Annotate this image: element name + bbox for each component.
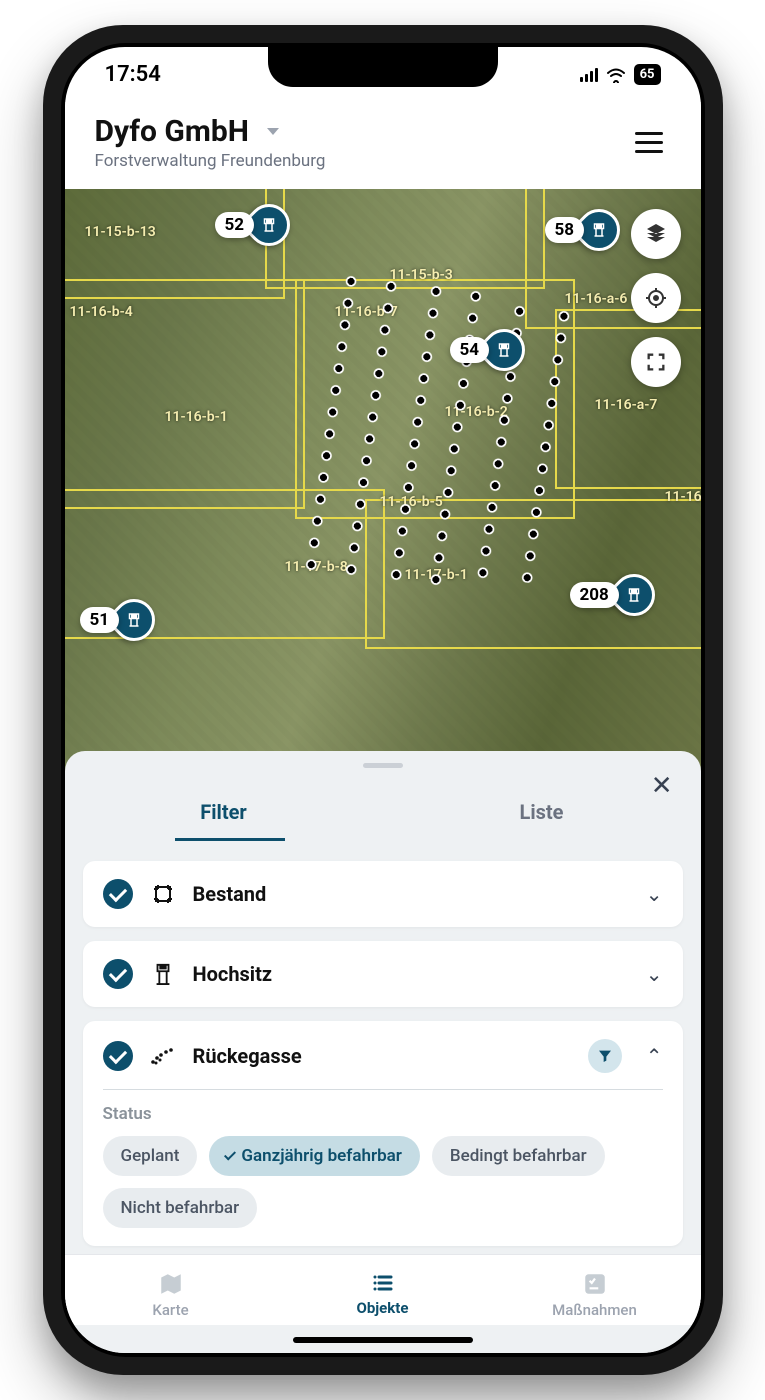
funnel-icon <box>597 1048 613 1064</box>
check-icon <box>103 1041 133 1071</box>
check-icon <box>224 1148 236 1160</box>
rueckegasse-icon <box>149 1046 177 1066</box>
filter-row-header[interactable]: Rückegasse ⌃ <box>103 1039 663 1089</box>
marker-label: 54 <box>450 337 490 363</box>
map-marker[interactable]: 52 <box>215 204 291 246</box>
filter-label: Bestand <box>193 882 630 906</box>
nav-massnahmen[interactable]: Maßnahmen <box>489 1265 701 1325</box>
status-time: 17:54 <box>105 62 161 87</box>
map-marker[interactable]: 54 <box>450 329 526 371</box>
map-view[interactable]: 11-15-b-13 11-15-b-3 11-16-a-6 11-16-b-4… <box>65 189 701 771</box>
status-chip-nicht[interactable]: Nicht befahrbar <box>103 1188 258 1228</box>
org-selector[interactable]: Dyfo GmbH <box>95 114 627 149</box>
parcel-label: 11-16-b-4 <box>70 304 133 320</box>
sheet-drag-handle[interactable] <box>363 763 403 768</box>
close-button[interactable]: ✕ <box>651 773 673 799</box>
filter-label: Rückegasse <box>193 1044 572 1068</box>
marker-label: 52 <box>215 212 255 238</box>
bottom-nav: Karte Objekte Maßnahmen <box>65 1254 701 1325</box>
parcel-label: 11-16-b-1 <box>165 409 228 425</box>
chevron-down-icon: ⌄ <box>646 882 663 906</box>
check-icon <box>103 959 133 989</box>
chevron-down-icon: ⌄ <box>646 962 663 986</box>
nav-label: Maßnahmen <box>552 1301 637 1319</box>
status-chip-bedingt[interactable]: Bedingt befahrbar <box>432 1136 605 1176</box>
nav-label: Karte <box>152 1301 188 1319</box>
org-title: Dyfo GmbH <box>95 114 249 149</box>
filter-active-badge[interactable] <box>588 1039 622 1073</box>
filter-sheet: ✕ Filter Liste Bestand ⌄ Hochsi <box>65 751 701 1353</box>
chevron-up-icon: ⌃ <box>646 1044 663 1068</box>
status-chip-ganzjaehrig[interactable]: Ganzjährig befahrbar <box>209 1136 420 1176</box>
layers-icon <box>644 222 668 246</box>
parcel-label: 11-16-a-7 <box>595 397 658 413</box>
menu-button[interactable] <box>627 124 671 161</box>
nav-objekte[interactable]: Objekte <box>277 1265 489 1325</box>
map-marker[interactable]: 208 <box>570 574 655 616</box>
fullscreen-button[interactable] <box>631 337 681 387</box>
layers-button[interactable] <box>631 209 681 259</box>
filter-row-rueckegasse: Rückegasse ⌃ Status Geplant Ganzjährig b… <box>83 1021 683 1246</box>
hochsitz-icon <box>149 961 177 987</box>
parcel-label: 11-16 <box>665 489 701 505</box>
expand-icon <box>645 351 667 373</box>
map-marker[interactable]: 51 <box>80 599 156 641</box>
filter-row-bestand[interactable]: Bestand ⌄ <box>83 861 683 927</box>
checklist-icon <box>582 1271 608 1297</box>
battery-icon: 65 <box>634 64 661 85</box>
parcel-label: 11-15-b-13 <box>85 224 156 240</box>
filter-row-hochsitz[interactable]: Hochsitz ⌄ <box>83 941 683 1007</box>
status-heading: Status <box>103 1104 663 1124</box>
check-icon <box>103 879 133 909</box>
org-subtitle: Forstverwaltung Freundenburg <box>95 151 627 171</box>
bestand-icon <box>149 882 177 906</box>
locate-button[interactable] <box>631 273 681 323</box>
marker-label: 58 <box>545 217 585 243</box>
signal-icon <box>580 68 598 82</box>
status-chip-geplant[interactable]: Geplant <box>103 1136 198 1176</box>
chevron-down-icon <box>267 128 279 135</box>
list-icon <box>369 1271 397 1295</box>
app-header: Dyfo GmbH Forstverwaltung Freundenburg <box>65 102 701 189</box>
map-icon <box>157 1271 185 1297</box>
marker-label: 51 <box>80 607 120 633</box>
filter-label: Hochsitz <box>193 962 630 986</box>
nav-karte[interactable]: Karte <box>65 1265 277 1325</box>
tab-filter[interactable]: Filter <box>65 786 383 838</box>
home-indicator[interactable] <box>293 1337 473 1343</box>
map-marker[interactable]: 58 <box>545 209 621 251</box>
crosshair-icon <box>644 286 668 310</box>
marker-label: 208 <box>570 582 619 608</box>
nav-label: Objekte <box>357 1299 409 1317</box>
wifi-icon <box>606 67 626 83</box>
parcel-label: 11-16-a-6 <box>565 291 628 307</box>
